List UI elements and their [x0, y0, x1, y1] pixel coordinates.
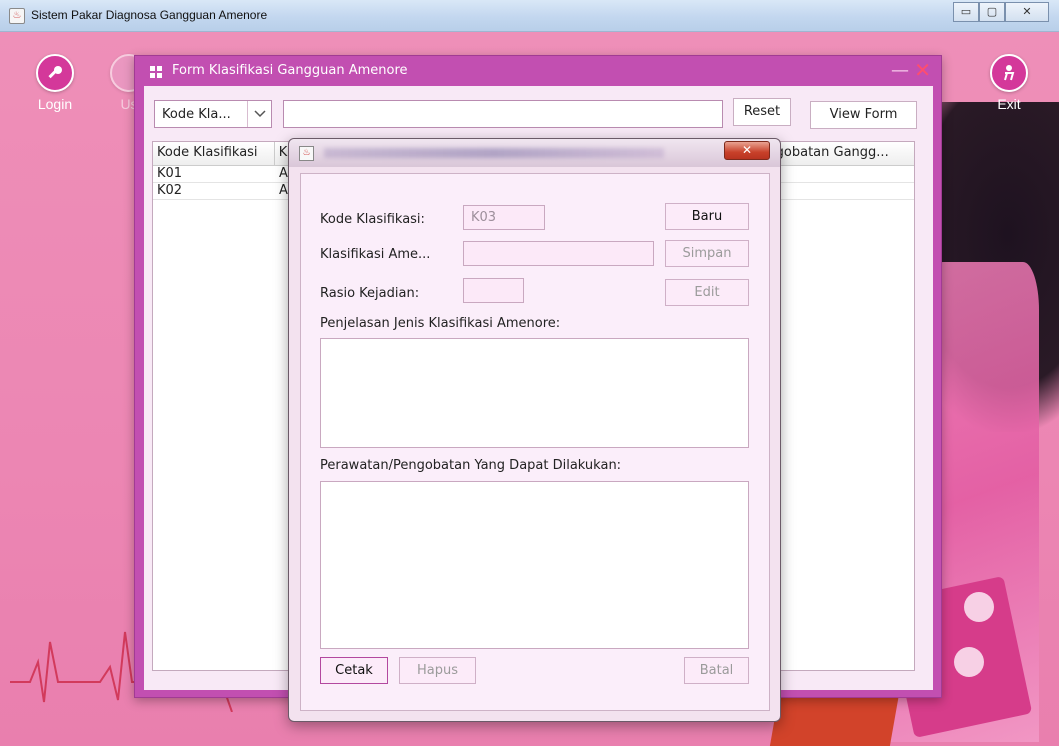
edit-button[interactable]: Edit: [665, 279, 749, 306]
form-close-button[interactable]: ✕: [914, 60, 931, 80]
dialog-body: Kode Klasifikasi: K03 Baru Klasifikasi A…: [300, 173, 770, 711]
login-label: Login: [37, 96, 73, 112]
form-titlebar: Form Klasifikasi Gangguan Amenore — ✕: [135, 56, 941, 86]
exit-icon: [990, 54, 1028, 92]
reset-button[interactable]: Reset: [733, 98, 791, 126]
decorative-flower: [964, 592, 994, 622]
java-app-icon: ♨: [299, 146, 314, 161]
batal-button[interactable]: Batal: [684, 657, 749, 684]
form-minimize-button[interactable]: —: [891, 62, 909, 80]
hapus-button[interactable]: Hapus: [399, 657, 476, 684]
dialog-close-button[interactable]: ✕: [724, 141, 770, 160]
form-title: Form Klasifikasi Gangguan Amenore: [172, 63, 408, 78]
table-header-cell[interactable]: Kode Klasifikasi: [153, 142, 275, 165]
window-title: Sistem Pakar Diagnosa Gangguan Amenore: [31, 8, 268, 22]
exit-label: Exit: [997, 96, 1021, 112]
add-klasifikasi-dialog: ♨ ✕ Kode Klasifikasi: K03 Baru Klasifika…: [288, 138, 781, 722]
exit-button[interactable]: Exit: [990, 54, 1028, 112]
perawatan-textarea[interactable]: [320, 481, 749, 649]
key-icon: [36, 54, 74, 92]
table-cell: K02: [157, 183, 183, 198]
search-input[interactable]: [283, 100, 723, 128]
klasifikasi-amenore-label: Klasifikasi Ame...: [320, 247, 431, 262]
java-app-icon: ♨: [9, 8, 25, 24]
baru-button[interactable]: Baru: [665, 203, 749, 230]
search-field-combo[interactable]: Kode Kla...: [154, 100, 272, 128]
simpan-button[interactable]: Simpan: [665, 240, 749, 267]
rasio-kejadian-label: Rasio Kejadian:: [320, 286, 420, 301]
dialog-titlebar: ♨ ✕: [289, 139, 780, 167]
kode-klasifikasi-label: Kode Klasifikasi:: [320, 212, 425, 227]
decorative-flower: [954, 647, 984, 677]
window-controls: ▭ ▢ ✕: [953, 2, 1049, 22]
window-maximize-button[interactable]: ▢: [979, 2, 1005, 22]
dialog-title-blurred: [324, 148, 664, 158]
view-form-button[interactable]: View Form: [810, 101, 917, 129]
perawatan-label: Perawatan/Pengobatan Yang Dapat Dilakuka…: [320, 458, 622, 473]
chevron-down-icon[interactable]: [247, 101, 271, 127]
search-field-combo-value: Kode Kla...: [162, 106, 231, 122]
table-cell: K01: [157, 166, 183, 181]
kode-klasifikasi-field[interactable]: K03: [463, 205, 545, 230]
window-close-button[interactable]: ✕: [1005, 2, 1049, 22]
cetak-button[interactable]: Cetak: [320, 657, 388, 684]
os-titlebar: ♨ Sistem Pakar Diagnosa Gangguan Amenore…: [0, 0, 1059, 32]
penjelasan-label: Penjelasan Jenis Klasifikasi Amenore:: [320, 316, 561, 331]
table-header-cell[interactable]: ngobatan Gangg...: [763, 142, 914, 165]
klasifikasi-amenore-field[interactable]: [463, 241, 654, 266]
window-minimize-button[interactable]: ▭: [953, 2, 979, 22]
penjelasan-textarea[interactable]: [320, 338, 749, 448]
windows-icon: [150, 66, 162, 78]
login-button[interactable]: Login: [36, 54, 74, 112]
rasio-kejadian-field[interactable]: [463, 278, 524, 303]
